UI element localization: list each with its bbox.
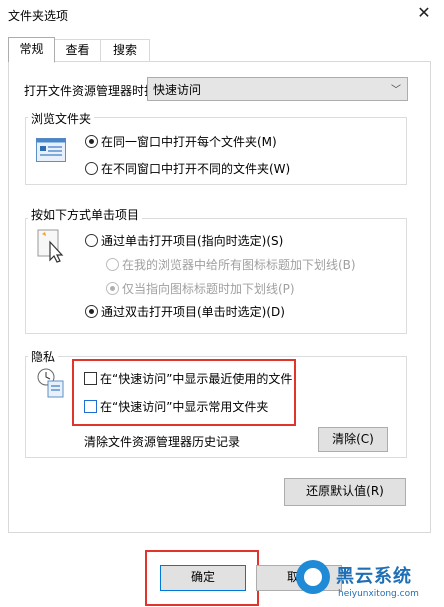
privacy-highlight-box	[72, 359, 296, 426]
title-bar: 文件夹选项 ✕	[0, 0, 444, 30]
tab-general[interactable]: 常规	[8, 37, 55, 63]
underline-all-radio[interactable]	[106, 258, 119, 271]
watermark-logo: 黑云系统 heiyunxitong.com	[292, 556, 444, 607]
watermark-url: heiyunxitong.com	[338, 589, 419, 599]
double-click-label[interactable]: 通过双击打开项目(单击时选定)(D)	[101, 303, 285, 320]
clear-history-label: 清除文件资源管理器历史记录	[84, 435, 241, 449]
ok-highlight-box	[145, 550, 259, 606]
underline-all-label[interactable]: 在我的浏览器中给所有图标标题加下划线(B)	[122, 256, 356, 273]
underline-hover-label[interactable]: 仅当指向图标标题时加下划线(P)	[122, 280, 295, 297]
same-window-radio[interactable]	[85, 135, 98, 148]
tab-view[interactable]: 查看	[54, 39, 101, 61]
dropdown-value: 快速访问	[153, 83, 202, 97]
restore-defaults-button[interactable]: 还原默认值(R)	[284, 478, 406, 506]
single-click-label[interactable]: 通过单击打开项目(指向时选定)(S)	[101, 232, 283, 249]
chevron-down-icon: ﹀	[391, 85, 401, 96]
new-window-radio[interactable]	[85, 162, 98, 175]
click-cursor-icon	[36, 228, 68, 264]
window-title: 文件夹选项	[8, 9, 69, 23]
open-explorer-dropdown[interactable]: 快速访问 ﹀	[147, 77, 408, 101]
watermark-circle-icon	[296, 560, 330, 594]
privacy-history-icon	[36, 367, 66, 399]
window-layout-icon	[36, 138, 66, 162]
same-window-label[interactable]: 在同一窗口中打开每个文件夹(M)	[101, 133, 277, 150]
click-items-title: 按如下方式单击项目	[28, 206, 143, 223]
browse-folders-title: 浏览文件夹	[28, 110, 95, 127]
single-click-radio[interactable]	[85, 234, 98, 247]
tab-search[interactable]: 搜索	[100, 39, 150, 61]
watermark-text: 黑云系统	[336, 566, 412, 587]
privacy-title: 隐私	[28, 348, 59, 365]
open-explorer-label: 打开文件资源管理器时打	[24, 84, 157, 98]
underline-hover-radio[interactable]	[106, 282, 119, 295]
new-window-label[interactable]: 在不同窗口中打开不同的文件夹(W)	[101, 160, 290, 177]
close-icon[interactable]: ✕	[404, 0, 444, 28]
clear-history-button[interactable]: 清除(C)	[318, 427, 388, 452]
double-click-radio[interactable]	[85, 305, 98, 318]
